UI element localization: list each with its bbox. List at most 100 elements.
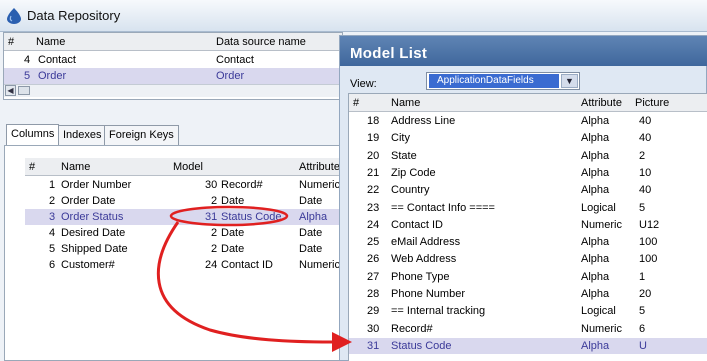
row-attribute: Numeric (581, 322, 622, 335)
scroll-thumb[interactable] (18, 86, 30, 95)
row-attribute: Logical (581, 201, 616, 214)
table-row[interactable]: 26 Web Address Alpha 100 (349, 251, 707, 267)
row-num: 22 (367, 184, 380, 197)
row-attribute: Alpha (581, 288, 610, 300)
row-name: City (391, 132, 410, 145)
columns-grid-header: # Name Model Attribute (25, 158, 343, 176)
table-row[interactable]: 4 Desired Date 2 Date Date (25, 225, 343, 241)
row-attribute: Alpha (581, 253, 610, 266)
column-header-num[interactable]: # (8, 36, 14, 48)
row-name: Customer# (61, 259, 115, 271)
column-header-name[interactable]: Name (391, 97, 420, 109)
row-num: 30 (367, 322, 380, 335)
horizontal-scrollbar[interactable]: ◀ (4, 84, 342, 97)
column-header-model[interactable]: Model (173, 161, 203, 173)
row-num: 23 (367, 201, 380, 214)
table-row[interactable]: 22 Country Alpha 40 (349, 182, 707, 198)
row-attribute: Alpha (581, 270, 610, 283)
table-row[interactable]: 30 Record# Numeric 6 (349, 321, 707, 337)
column-header-name[interactable]: Name (61, 161, 90, 173)
table-row[interactable]: 4 Contact Contact (4, 52, 342, 68)
table-row-selected[interactable]: 3 Order Status 31 Status Code Alpha (25, 209, 343, 225)
row-attribute: Date (299, 243, 323, 255)
table-row[interactable]: 25 eMail Address Alpha 100 (349, 234, 707, 250)
table-row[interactable]: 20 State Alpha 2 (349, 148, 707, 164)
row-model-num: 31 (205, 211, 218, 223)
row-num: 28 (367, 288, 380, 300)
row-source: Contact (216, 54, 254, 66)
row-num: 2 (49, 195, 56, 207)
row-model-num: 2 (211, 227, 218, 239)
row-num: 24 (367, 218, 380, 231)
chevron-down-icon[interactable]: ▼ (561, 74, 578, 88)
view-dropdown[interactable]: ApplicationDataFields ▼ (426, 72, 580, 90)
row-attribute: Date (299, 227, 323, 239)
column-header-source[interactable]: Data source name (216, 36, 306, 48)
app-logo-icon (7, 8, 21, 24)
row-name: Phone Type (391, 270, 450, 283)
view-label: View: (350, 78, 377, 90)
row-attribute: Numeric (299, 179, 340, 191)
row-model-num: 24 (205, 259, 218, 271)
view-dropdown-value: ApplicationDataFields (429, 74, 559, 88)
row-name: == Internal tracking (391, 305, 486, 318)
column-header-attribute[interactable]: Attribute (299, 161, 340, 173)
model-grid-header: # Name Attribute Picture (349, 94, 707, 112)
table-row[interactable]: 28 Phone Number Alpha 20 (349, 286, 707, 302)
row-picture: U (639, 339, 647, 352)
row-name: Order Date (61, 195, 116, 207)
row-num: 25 (367, 236, 380, 249)
row-num: 1 (49, 179, 56, 191)
table-row[interactable]: 1 Order Number 30 Record# Numeric (25, 177, 343, 193)
table-row-selected[interactable]: 5 Order Order (4, 68, 342, 84)
table-row[interactable]: 18 Address Line Alpha 40 (349, 113, 707, 129)
row-name: Order (38, 70, 67, 82)
row-name: Shipped Date (61, 243, 128, 255)
row-model-name: Record# (221, 179, 263, 191)
row-name: eMail Address (391, 236, 461, 249)
column-header-num[interactable]: # (29, 161, 35, 173)
table-row[interactable]: 29 == Internal tracking Logical 5 (349, 303, 707, 319)
row-picture: 6 (639, 322, 646, 335)
tab-indexes[interactable]: Indexes (58, 125, 107, 145)
row-name: Address Line (391, 115, 456, 127)
title-bar: Data Repository (0, 0, 707, 32)
row-picture: 10 (639, 166, 652, 179)
row-name: State (391, 149, 417, 162)
row-name: Phone Number (391, 288, 465, 300)
column-header-name[interactable]: Name (36, 36, 65, 48)
row-picture: 100 (639, 236, 658, 249)
row-attribute: Alpha (581, 184, 610, 197)
table-row[interactable]: 2 Order Date 2 Date Date (25, 193, 343, 209)
row-picture: U12 (639, 218, 660, 231)
tab-columns[interactable]: Columns (6, 124, 60, 146)
table-row[interactable]: 5 Shipped Date 2 Date Date (25, 241, 343, 257)
row-name: Order Status (61, 211, 124, 223)
row-name: Country (391, 184, 430, 197)
row-picture: 40 (639, 115, 652, 127)
tables-grid-header: # Name Data source name (4, 33, 342, 51)
row-attribute: Alpha (581, 339, 610, 352)
model-grid-body: 18 Address Line Alpha 40 19 City Alpha 40 20 Stat… (349, 113, 707, 361)
column-header-attribute[interactable]: Attribute (581, 97, 622, 109)
row-model-name: Contact ID (221, 259, 273, 271)
row-picture: 2 (639, 149, 646, 162)
tab-foreign-keys[interactable]: Foreign Keys (104, 125, 179, 145)
row-name: Order Number (61, 179, 132, 191)
column-header-num[interactable]: # (353, 97, 359, 109)
table-row[interactable]: 27 Phone Type Alpha 1 (349, 269, 707, 285)
row-num: 5 (49, 243, 56, 255)
row-num: 20 (367, 149, 380, 162)
table-row-selected[interactable]: 31 Status Code Alpha U (349, 337, 707, 354)
scroll-left-icon[interactable]: ◀ (5, 85, 16, 96)
table-row[interactable]: 19 City Alpha 40 (349, 130, 707, 146)
table-row[interactable]: 6 Customer# 24 Contact ID Numeric (25, 257, 343, 273)
table-row[interactable]: 24 Contact ID Numeric U12 (349, 217, 707, 233)
table-row[interactable]: 23 == Contact Info ==== Logical 5 (349, 200, 707, 216)
column-header-picture[interactable]: Picture (635, 97, 669, 109)
table-row[interactable]: 21 Zip Code Alpha 10 (349, 165, 707, 181)
model-list-grid: # Name Attribute Picture 18 Address Line A… (348, 93, 707, 361)
row-picture: 5 (639, 305, 646, 318)
row-picture: 5 (639, 201, 646, 214)
row-attribute: Numeric (581, 218, 622, 231)
